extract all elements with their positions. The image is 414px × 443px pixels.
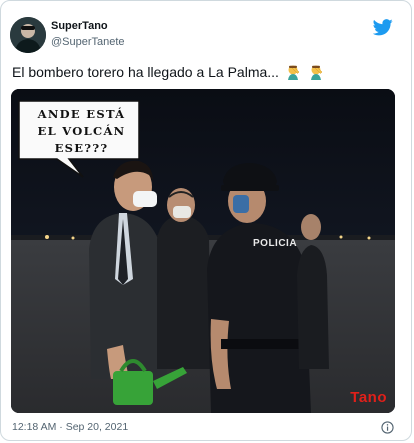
author-display-name[interactable]: SuperTano <box>51 20 108 32</box>
tweet-text: El bombero torero ha llegado a La Palma.… <box>12 64 325 80</box>
tweet-body: El bombero torero ha llegado a La Palma.… <box>12 64 279 80</box>
tweet-card[interactable]: SuperTano @SuperTanete El bombero torero… <box>0 0 412 441</box>
speech-bubble-text: ANDE ESTÁ EL VOLCÁN ESE??? <box>37 107 126 155</box>
watermark: Tano <box>350 389 387 406</box>
tweet-timestamp[interactable]: 12:18 AM · Sep 20, 2021 <box>12 421 128 433</box>
man-facepalming-emoji <box>287 65 300 80</box>
police-vest-text: POLICIA <box>253 238 298 249</box>
tweet-photo[interactable]: ANDE ESTÁ EL VOLCÁN ESE??? POLICIA Tano <box>11 89 395 413</box>
author-handle[interactable]: @SuperTanete <box>51 36 125 48</box>
info-icon[interactable] <box>381 421 394 434</box>
avatar[interactable] <box>10 17 46 53</box>
twitter-bird-icon[interactable] <box>373 19 393 36</box>
man-facepalming-emoji <box>310 65 323 80</box>
